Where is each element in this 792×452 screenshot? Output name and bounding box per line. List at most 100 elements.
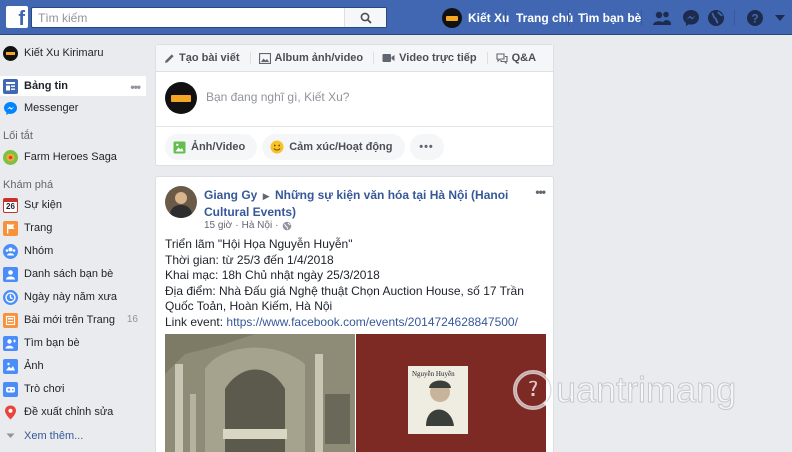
friend-requests-icon[interactable] bbox=[652, 8, 672, 28]
pencil-icon bbox=[164, 53, 175, 64]
messenger-icon bbox=[3, 101, 18, 116]
divider bbox=[505, 10, 506, 26]
sidebar-item-photos[interactable]: Ảnh bbox=[0, 356, 146, 376]
help-icon[interactable]: ? bbox=[745, 8, 765, 28]
album-icon bbox=[258, 52, 271, 64]
post-location[interactable]: Hà Nội bbox=[242, 220, 273, 231]
divider bbox=[373, 52, 375, 64]
suggest-edits-icon bbox=[3, 405, 18, 420]
sidebar-item-messenger[interactable]: Messenger bbox=[0, 98, 146, 118]
post-meta: 15 giờ · Hà Nội · bbox=[204, 220, 292, 231]
find-friends-icon bbox=[3, 335, 18, 351]
see-more-label: Xem thêm... bbox=[24, 430, 84, 442]
sidebar-item-games[interactable]: Trò chơi bbox=[0, 379, 146, 399]
news-feed-icon bbox=[3, 78, 18, 94]
divider bbox=[486, 52, 488, 64]
sidebar-item-news-feed[interactable]: Bảng tin ••• bbox=[0, 76, 146, 96]
sidebar-item-label: Bài mới trên Trang bbox=[24, 314, 115, 326]
sidebar-item-label: Messenger bbox=[24, 102, 79, 114]
post-options-icon[interactable]: ••• bbox=[535, 185, 546, 199]
post-line: Địa điểm: Nhà Đấu giá Nghệ thuật Chọn Au… bbox=[165, 283, 524, 314]
sidebar-item-suggest-edits[interactable]: Đề xuất chỉnh sửa bbox=[0, 402, 146, 422]
divider bbox=[734, 10, 735, 26]
more-options-icon[interactable]: ••• bbox=[130, 80, 141, 94]
public-audience-icon[interactable] bbox=[282, 221, 292, 231]
account-menu-icon[interactable] bbox=[770, 8, 790, 28]
post-composer: Tạo bài viết Album ảnh/video Video trực … bbox=[155, 44, 554, 166]
sidebar-item-label: Nhóm bbox=[24, 245, 54, 257]
sidebar-item-farm-heroes-saga[interactable]: Farm Heroes Saga bbox=[0, 147, 146, 167]
watermark-text: uantrimang bbox=[555, 369, 737, 411]
separator: · bbox=[275, 220, 279, 231]
status-input[interactable] bbox=[206, 90, 526, 104]
photo-icon bbox=[173, 141, 186, 154]
search-input[interactable] bbox=[32, 8, 352, 27]
book-title: Nguyễn Huyễn bbox=[412, 370, 455, 378]
button-label: Ảnh/Video bbox=[191, 141, 246, 153]
chevron-down-icon bbox=[3, 429, 18, 444]
sidebar-item-label: Trò chơi bbox=[24, 383, 65, 395]
game-icon bbox=[3, 149, 18, 165]
tab-qa[interactable]: Q&A bbox=[496, 52, 536, 64]
sidebar-item-events[interactable]: 26 Sự kiện bbox=[0, 195, 146, 215]
post-timestamp[interactable]: 15 giờ bbox=[204, 220, 232, 231]
tab-label: Video trực tiếp bbox=[399, 52, 477, 64]
feeling-icon bbox=[270, 140, 284, 154]
event-link[interactable]: https://www.facebook.com/events/20147246… bbox=[226, 315, 518, 329]
feeling-activity-button[interactable]: Cảm xúc/Hoạt động bbox=[262, 134, 405, 160]
post-author-link[interactable]: Giang Gy bbox=[204, 188, 257, 202]
facebook-logo[interactable]: f bbox=[6, 6, 28, 28]
tab-label: Tạo bài viết bbox=[179, 52, 240, 64]
sidebar-item-pages-feed[interactable]: Bài mới trên Trang 16 bbox=[0, 310, 146, 330]
sidebar-item-label: Đề xuất chỉnh sửa bbox=[24, 406, 114, 418]
games-icon bbox=[3, 381, 18, 397]
sidebar-item-label: Kiết Xu Kirimaru bbox=[24, 47, 104, 59]
sidebar-item-friend-lists[interactable]: Danh sách bạn bè bbox=[0, 264, 146, 284]
avatar bbox=[165, 82, 197, 114]
sidebar-item-label: Ảnh bbox=[24, 360, 44, 372]
globe-icon[interactable] bbox=[706, 8, 726, 28]
calendar-date: 26 bbox=[6, 202, 15, 211]
sidebar-item-groups[interactable]: Nhóm bbox=[0, 241, 146, 261]
photo-video-button[interactable]: Ảnh/Video bbox=[165, 134, 258, 160]
tab-create-post[interactable]: Tạo bài viết bbox=[164, 52, 240, 64]
sidebar-item-on-this-day[interactable]: Ngày này năm xưa bbox=[0, 287, 146, 307]
sidebar-item-label: Danh sách bạn bè bbox=[24, 268, 114, 280]
post-line: Triển lãm "Hội Họa Nguyễn Huyễn" bbox=[165, 237, 353, 251]
home-link[interactable]: Trang chủ bbox=[516, 11, 573, 25]
avatar bbox=[3, 45, 18, 61]
explore-heading: Khám phá bbox=[3, 179, 54, 191]
tab-photo-video-album[interactable]: Album ảnh/video bbox=[258, 52, 363, 64]
separator: · bbox=[235, 220, 239, 231]
messenger-icon[interactable] bbox=[681, 8, 701, 28]
post-line: Khai mạc: 18h Chủ nhật ngày 25/3/2018 bbox=[165, 268, 380, 282]
groups-icon bbox=[3, 243, 18, 259]
calendar-icon: 26 bbox=[3, 197, 18, 213]
sidebar-item-label: Farm Heroes Saga bbox=[24, 151, 117, 163]
find-friends-link[interactable]: Tìm bạn bè bbox=[578, 11, 641, 25]
avatar bbox=[442, 7, 462, 28]
sidebar-item-label: Bảng tin bbox=[24, 80, 68, 92]
search-icon bbox=[360, 12, 372, 24]
more-options-button[interactable]: ••• bbox=[409, 134, 444, 160]
see-more-link[interactable]: Xem thêm... bbox=[0, 426, 146, 446]
link-label: Link event: bbox=[165, 314, 224, 329]
post-header: Giang Gy ▶ Những sự kiện văn hóa tại Hà … bbox=[204, 187, 524, 220]
divider bbox=[641, 10, 642, 26]
search-button[interactable] bbox=[344, 8, 386, 27]
profile-name: Kiết Xu bbox=[468, 10, 510, 25]
profile-link[interactable]: Kiết Xu bbox=[442, 7, 509, 28]
divider bbox=[568, 10, 569, 26]
post-line: Thời gian: từ 25/3 đến 1/4/2018 bbox=[165, 252, 334, 267]
tab-live-video[interactable]: Video trực tiếp bbox=[382, 52, 477, 64]
avatar[interactable] bbox=[165, 186, 197, 218]
sidebar-item-find-friends[interactable]: Tìm bạn bè bbox=[0, 333, 146, 353]
sidebar-item-pages[interactable]: Trang bbox=[0, 218, 146, 238]
quantrimang-logo-icon bbox=[513, 370, 553, 411]
sidebar-item-profile[interactable]: Kiết Xu Kirimaru bbox=[0, 43, 146, 63]
post-image-building[interactable] bbox=[165, 334, 355, 452]
pages-feed-icon bbox=[3, 312, 18, 328]
post-link-line: Link event: https://www.facebook.com/eve… bbox=[165, 315, 545, 331]
watermark: uantrimang bbox=[512, 369, 737, 411]
svg-text:?: ? bbox=[751, 12, 758, 26]
